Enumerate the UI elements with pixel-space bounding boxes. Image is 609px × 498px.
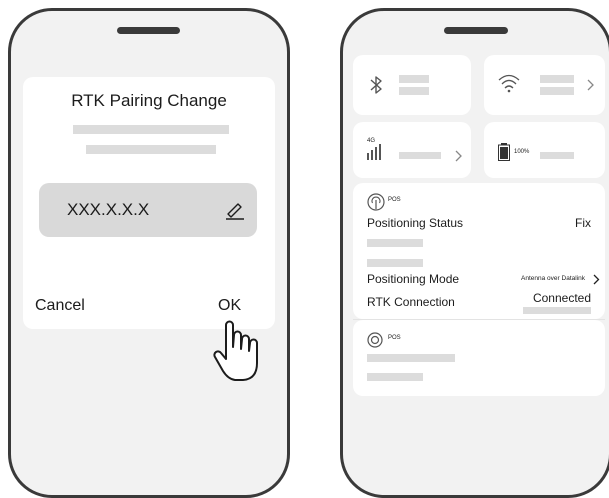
placeholder-line [367,354,455,362]
right-phone-notch [444,27,508,34]
placeholder-line [367,239,423,247]
antenna-icon [367,193,385,211]
bluetooth-status-bar-1 [399,75,429,83]
cellular-status-bar [399,152,441,159]
wifi-tile[interactable] [484,55,605,115]
pencil-icon[interactable] [225,199,245,220]
wifi-icon [498,74,520,93]
dialog-description-line-2 [86,145,216,154]
dialog-title: RTK Pairing Change [71,91,227,110]
cellular-tile[interactable]: 4G [353,122,471,178]
battery-icon [498,143,510,161]
ok-button[interactable]: OK [218,297,241,315]
cancel-button[interactable]: Cancel [35,297,85,315]
ip-address-input[interactable]: XXX.X.X.X [39,183,257,237]
chevron-right-icon [587,79,594,91]
placeholder-line [367,373,423,381]
dialog-description-line-1 [73,125,229,134]
chevron-right-icon[interactable] [593,274,600,285]
battery-tile: 100% [484,122,605,178]
rtk-connection-value: Connected [532,291,591,305]
chevron-right-icon [455,150,462,162]
target-icon [367,332,383,348]
pos-card-secondary: POS [353,320,605,396]
positioning-mode-label: Positioning Mode [367,272,460,286]
cellular-signal-icon [367,144,381,160]
rtk-pairing-dialog: RTK Pairing Change XXX.X.X.X Cancel OK [23,77,275,329]
rtk-connection-label: RTK Connection [367,295,455,309]
wifi-status-bar-2 [540,87,574,95]
bluetooth-tile[interactable] [353,55,471,115]
bluetooth-icon [370,76,382,94]
left-phone-notch [117,27,180,34]
positioning-mode-value[interactable]: Antenna over Datalink [521,275,585,282]
battery-status-bar [540,152,574,159]
positioning-status-label: Positioning Status [367,216,464,230]
bluetooth-status-bar-2 [399,87,429,95]
positioning-status-value: Fix [575,216,591,230]
pos-card-primary: POS Positioning Status Fix Positioning M… [353,183,605,319]
battery-percent: 100% [514,149,530,155]
placeholder-line [523,307,591,314]
ip-address-value: XXX.X.X.X [67,200,150,219]
left-phone-frame: RTK Pairing Change XXX.X.X.X Cancel OK [8,8,290,498]
wifi-status-bar-1 [540,75,574,83]
pos-tag: POS [388,197,401,203]
placeholder-line [367,259,423,267]
right-phone-frame: 4G 100% POS Positioning Status Fix Posit… [340,8,609,498]
hand-pointer-icon [213,320,258,381]
pos-tag: POS [388,335,401,341]
